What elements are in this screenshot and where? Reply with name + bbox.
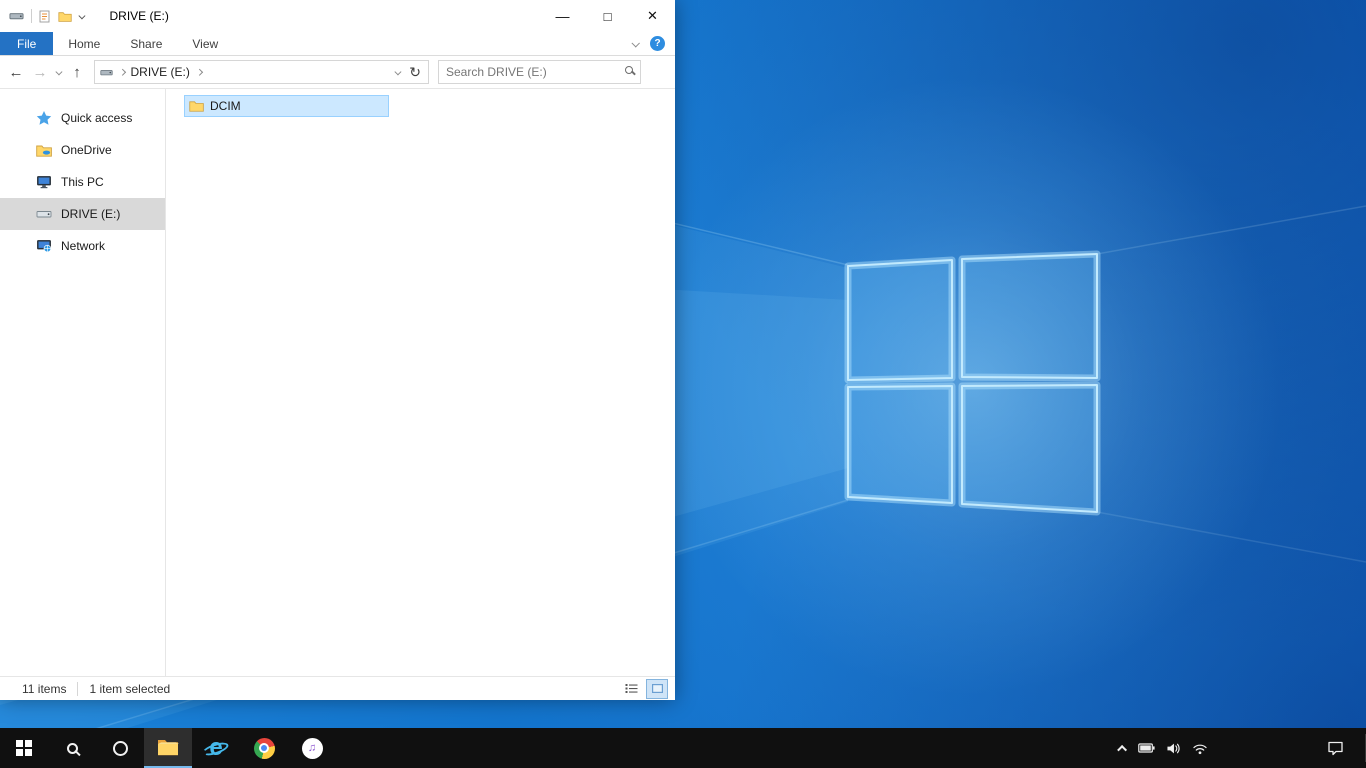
- onedrive-icon: [36, 145, 52, 157]
- sidebar-item-label: OneDrive: [61, 143, 112, 157]
- cortana-button[interactable]: [96, 728, 144, 768]
- back-button[interactable]: ←: [4, 60, 28, 84]
- sidebar-item-label: Network: [61, 239, 106, 253]
- qat-customize-chevron-icon[interactable]: [78, 12, 86, 19]
- sidebar-item-drive-e[interactable]: DRIVE (E:): [0, 198, 165, 230]
- properties-button[interactable]: [39, 10, 51, 23]
- window-controls: — □ ✕: [540, 0, 675, 32]
- file-explorer-window: DRIVE (E:) — □ ✕ File Home Share View ? …: [0, 0, 675, 700]
- forward-button[interactable]: →: [28, 60, 52, 84]
- file-list[interactable]: DCIM: [166, 89, 675, 676]
- itunes-icon: ♫: [301, 737, 323, 759]
- cortana-icon: [112, 740, 128, 756]
- qat-separator: [31, 9, 32, 23]
- status-item-count: 11 items: [22, 681, 67, 696]
- status-separator: [77, 681, 79, 696]
- details-view-icon: [625, 684, 637, 693]
- system-tray: [1117, 728, 1208, 768]
- minimize-button[interactable]: —: [540, 0, 585, 32]
- title-bar: DRIVE (E:) — □ ✕: [0, 0, 675, 32]
- network-icon: [37, 240, 52, 253]
- tab-home[interactable]: Home: [53, 32, 115, 55]
- search-input[interactable]: [438, 60, 641, 84]
- action-center-button[interactable]: [1314, 728, 1356, 768]
- sidebar-item-label: DRIVE (E:): [61, 207, 121, 221]
- start-button[interactable]: [0, 728, 48, 768]
- tab-share[interactable]: Share: [115, 32, 177, 55]
- taskbar: e ♫: [0, 728, 1366, 768]
- network-wifi-icon[interactable]: [1192, 742, 1208, 755]
- itunes-button[interactable]: ♫: [288, 728, 336, 768]
- new-folder-button[interactable]: [58, 11, 72, 22]
- file-item-dcim[interactable]: DCIM: [184, 95, 389, 117]
- folder-icon: [189, 101, 204, 112]
- hidden-icons-chevron-icon[interactable]: [1117, 744, 1128, 755]
- search-icon[interactable]: [625, 66, 633, 74]
- sidebar-item-onedrive[interactable]: OneDrive: [0, 134, 165, 166]
- large-icons-view-button[interactable]: [646, 678, 668, 699]
- close-button[interactable]: ✕: [630, 0, 675, 32]
- breadcrumb-chevron-icon[interactable]: [119, 68, 126, 76]
- expand-ribbon-chevron-icon[interactable]: [631, 38, 640, 48]
- drive-icon: [36, 211, 52, 218]
- large-icons-view-icon: [651, 684, 663, 693]
- window-title: DRIVE (E:): [109, 9, 169, 23]
- tab-file[interactable]: File: [0, 32, 54, 55]
- status-selection: 1 item selected: [89, 681, 171, 696]
- sidebar-item-label: Quick access: [61, 111, 133, 125]
- quick-access-star-icon: [36, 111, 52, 125]
- up-button[interactable]: ↑: [65, 60, 89, 84]
- this-pc-icon: [37, 176, 51, 189]
- help-icon[interactable]: ?: [650, 36, 665, 51]
- search-icon: [66, 742, 78, 754]
- sidebar-item-label: This PC: [61, 175, 104, 189]
- taskbar-file-explorer-button[interactable]: [144, 728, 192, 768]
- volume-icon[interactable]: [1166, 742, 1181, 755]
- ribbon-tab-strip: File Home Share View ?: [0, 32, 675, 56]
- action-center-icon: [1327, 741, 1343, 756]
- details-view-button[interactable]: [621, 680, 641, 698]
- sidebar-item-this-pc[interactable]: This PC: [0, 166, 165, 198]
- file-name: DCIM: [210, 99, 241, 113]
- navigation-bar: ← → ↑ DRIVE (E:) ↻: [0, 56, 675, 89]
- search-box: [438, 60, 641, 84]
- navigation-pane: Quick access OneDrive This PC DRIVE (E:)…: [0, 89, 166, 676]
- breadcrumb-location[interactable]: DRIVE (E:): [131, 65, 190, 79]
- battery-icon[interactable]: [1138, 742, 1155, 754]
- refresh-button[interactable]: ↻: [409, 64, 421, 81]
- maximize-button[interactable]: □: [585, 0, 630, 32]
- address-bar[interactable]: DRIVE (E:) ↻: [94, 60, 429, 84]
- explorer-main: Quick access OneDrive This PC DRIVE (E:)…: [0, 89, 675, 676]
- sidebar-item-network[interactable]: Network: [0, 230, 165, 262]
- recent-locations-chevron-icon[interactable]: [52, 68, 65, 75]
- window-drive-icon: [9, 13, 24, 20]
- taskbar-search-button[interactable]: [48, 728, 96, 768]
- breadcrumb-drive-icon: [100, 69, 113, 75]
- sidebar-item-quick-access[interactable]: Quick access: [0, 102, 165, 134]
- file-explorer-icon: [158, 740, 179, 756]
- windows-logo-icon: [16, 740, 32, 756]
- internet-explorer-icon: e: [201, 735, 230, 761]
- chrome-icon: [253, 737, 275, 759]
- address-dropdown-chevron-icon[interactable]: [394, 68, 401, 75]
- status-bar: 11 items 1 item selected: [0, 676, 675, 700]
- tab-view[interactable]: View: [177, 32, 233, 55]
- quick-access-toolbar: [0, 9, 86, 23]
- chrome-button[interactable]: [240, 728, 288, 768]
- internet-explorer-button[interactable]: e: [192, 728, 240, 768]
- breadcrumb-chevron-icon[interactable]: [195, 68, 203, 76]
